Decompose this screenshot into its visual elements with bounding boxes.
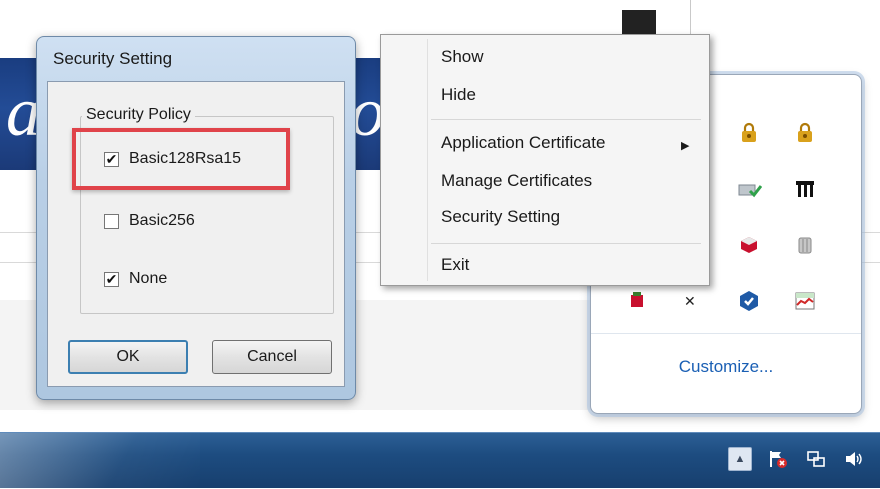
customize-link[interactable]: Customize...: [591, 357, 861, 377]
menu-item-hide[interactable]: Hide: [441, 85, 476, 105]
show-hidden-icons-icon[interactable]: ▲: [728, 447, 752, 471]
menu-item-manage-certificates[interactable]: Manage Certificates: [441, 171, 592, 191]
jar-icon[interactable]: [777, 217, 833, 273]
system-tray: ▲: [728, 447, 866, 471]
lock-icon[interactable]: [721, 105, 777, 161]
cancel-button[interactable]: Cancel: [212, 340, 332, 374]
dialog-title: Security Setting: [53, 49, 173, 68]
option-label: Basic256: [129, 212, 195, 229]
panel-divider: [591, 333, 861, 334]
checkbox-basic256[interactable]: [104, 213, 119, 229]
chart-icon[interactable]: [777, 273, 833, 329]
menu-separator: [431, 119, 701, 120]
menu-item-show[interactable]: Show: [441, 47, 484, 67]
device-check-icon[interactable]: [721, 161, 777, 217]
security-policy-label: Security Policy: [82, 106, 195, 124]
tray-context-menu: Show Hide Application Certificate ▶ Mana…: [380, 34, 710, 286]
option-label: None: [129, 270, 168, 287]
action-center-icon[interactable]: [766, 447, 790, 471]
menu-item-security-setting[interactable]: Security Setting: [441, 207, 560, 227]
lock-icon[interactable]: [777, 105, 833, 161]
menu-item-application-certificate[interactable]: Application Certificate: [441, 133, 605, 153]
menu-item-exit[interactable]: Exit: [441, 255, 469, 275]
taskbar: ▲: [0, 432, 880, 489]
annotation-highlight-box: [72, 128, 290, 190]
network-icon[interactable]: [804, 447, 828, 471]
option-basic256[interactable]: Basic256: [104, 212, 195, 230]
option-none[interactable]: ✔ None: [104, 270, 167, 288]
submenu-arrow-icon: ▶: [681, 140, 690, 152]
checkbox-none[interactable]: ✔: [104, 271, 119, 287]
svg-text:✕: ✕: [684, 294, 696, 310]
network-icon[interactable]: [777, 161, 833, 217]
shield-icon[interactable]: [721, 273, 777, 329]
volume-icon[interactable]: [842, 447, 866, 471]
ok-button[interactable]: OK: [68, 340, 188, 374]
menu-separator: [431, 243, 701, 244]
menu-gutter: [427, 39, 428, 281]
taskbar-highlight: [0, 433, 200, 489]
cube-icon[interactable]: [721, 217, 777, 273]
